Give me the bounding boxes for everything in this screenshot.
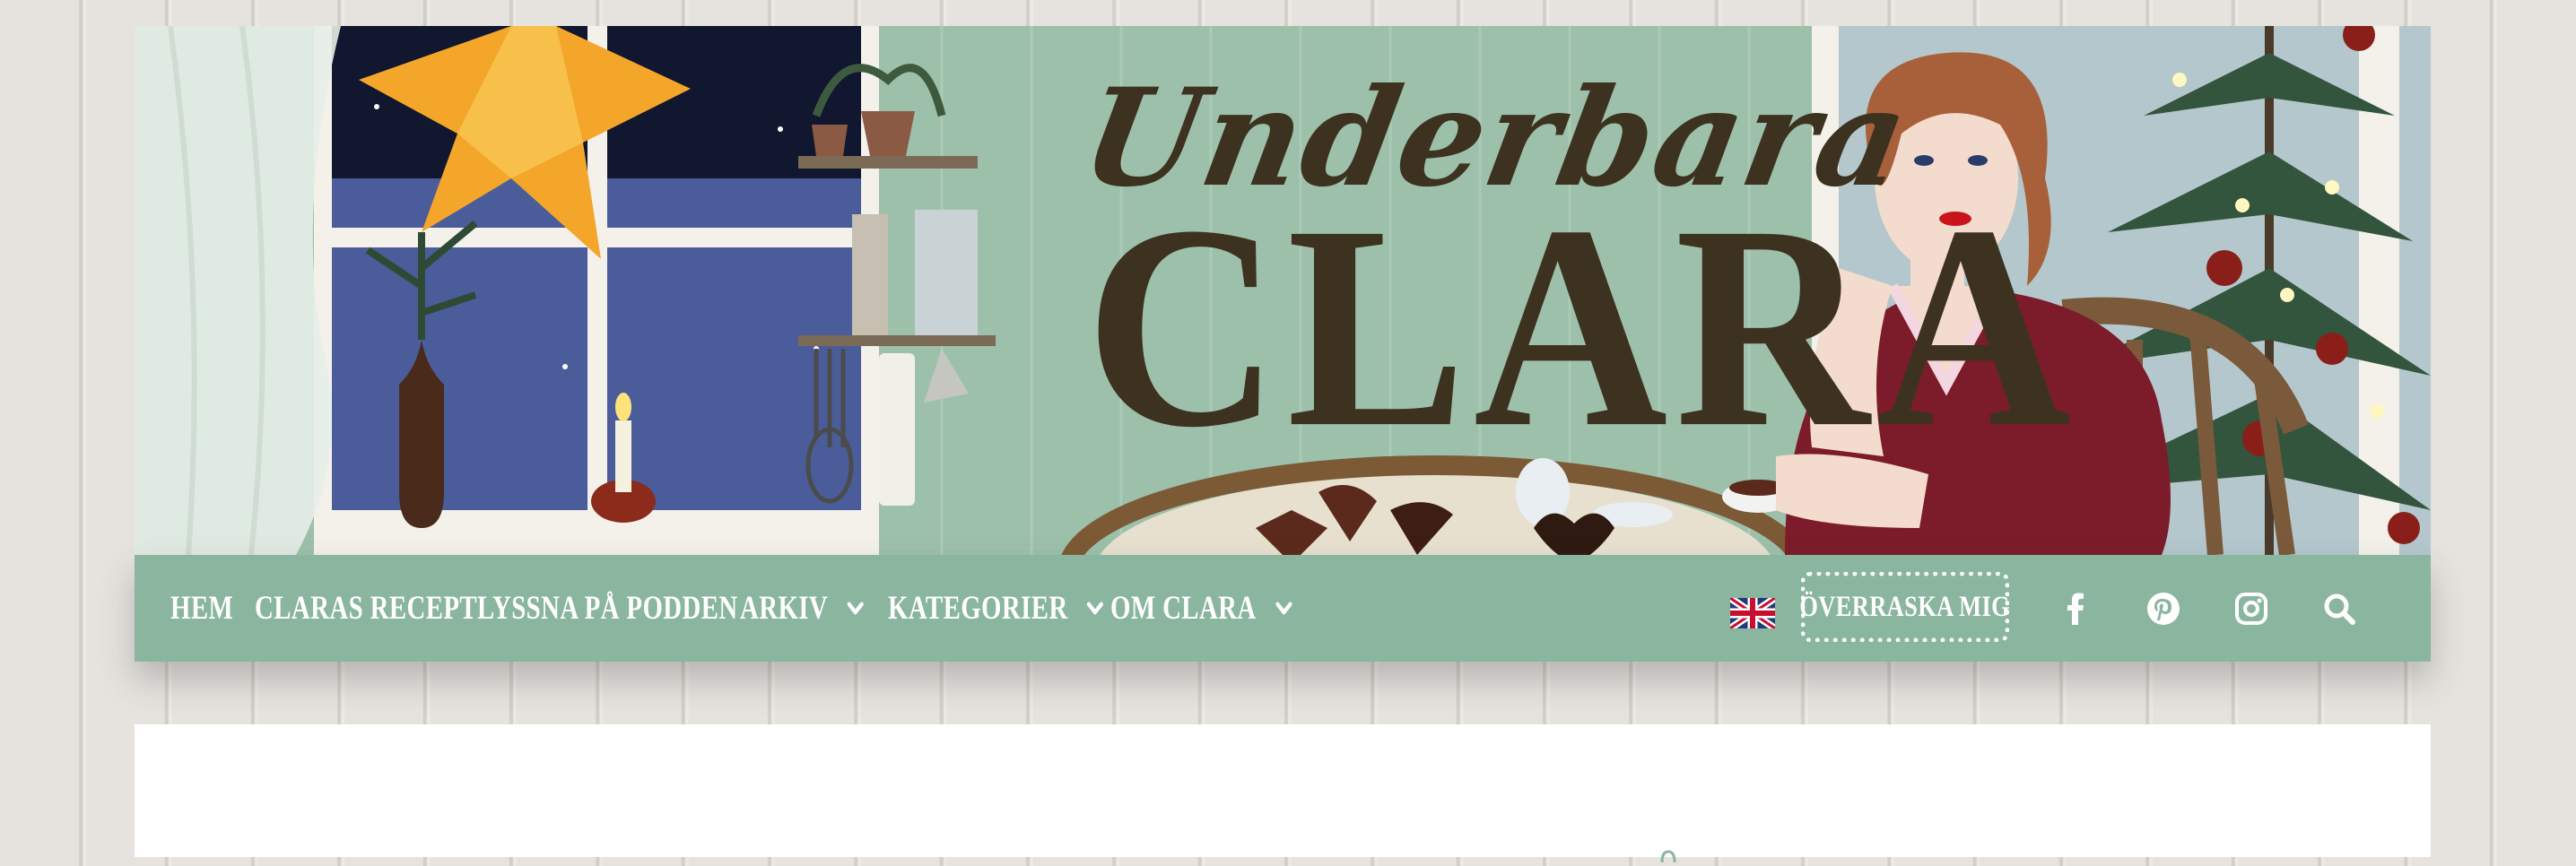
content-loading-icon xyxy=(1660,850,1676,863)
chevron-down-icon[interactable] xyxy=(846,597,864,620)
nav-item-label: HEM xyxy=(170,590,234,627)
uk-flag-icon[interactable] xyxy=(1727,594,1778,632)
site-header: Underbara CLARA HEM CLARAS RECEPT LYSSNA… xyxy=(135,26,2431,662)
nav-item-label: CLARAS RECEPT xyxy=(255,590,478,627)
chevron-down-icon[interactable] xyxy=(1275,597,1292,620)
pinterest-icon[interactable] xyxy=(2145,591,2181,627)
search-icon[interactable] xyxy=(2321,591,2357,627)
chevron-down-icon[interactable] xyxy=(1086,597,1104,620)
logo-main-text: CLARA xyxy=(1085,165,2078,488)
nav-item-label: ARKIV xyxy=(740,590,829,627)
surprise-me-button[interactable]: ÖVERRASKA MIG xyxy=(1799,572,2011,642)
nav-item-arkiv[interactable]: ARKIV xyxy=(740,555,865,662)
surprise-me-label: ÖVERRASKA MIG xyxy=(1799,590,2011,623)
nav-item-label: LYSSNA PÅ PODDEN xyxy=(477,590,738,627)
nav-item-claras-recept[interactable]: CLARAS RECEPT xyxy=(255,555,477,662)
nav-item-lyssna-pa-podden[interactable]: LYSSNA PÅ PODDEN xyxy=(477,555,738,662)
site-logo[interactable]: Underbara CLARA xyxy=(1071,59,2070,472)
nav-item-kategorier[interactable]: KATEGORIER xyxy=(888,555,1104,662)
instagram-icon[interactable] xyxy=(2233,591,2269,627)
main-navigation: HEM CLARAS RECEPT LYSSNA PÅ PODDEN ARKIV… xyxy=(135,555,2431,662)
nav-item-om-clara[interactable]: OM CLARA xyxy=(1110,555,1292,662)
main-content-card xyxy=(135,724,2431,863)
nav-item-hem[interactable]: HEM xyxy=(170,555,233,662)
header-banner[interactable]: Underbara CLARA xyxy=(135,26,2431,555)
nav-item-label: KATEGORIER xyxy=(888,590,1068,627)
facebook-icon[interactable] xyxy=(2058,591,2093,627)
nav-item-label: OM CLARA xyxy=(1110,590,1257,627)
